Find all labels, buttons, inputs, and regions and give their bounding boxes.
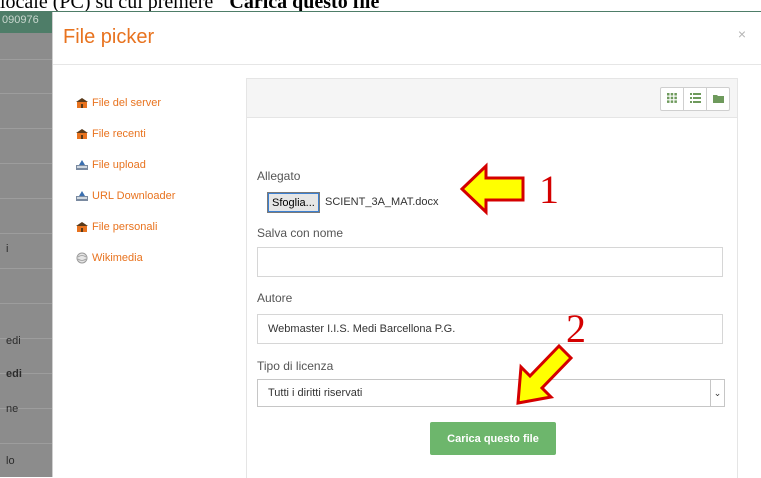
sidebar-fragment: edi bbox=[6, 368, 22, 380]
repo-label: File del server bbox=[92, 96, 162, 109]
selected-filename: SCIENT_3A_MAT.docx bbox=[325, 196, 439, 208]
repo-label: URL Downloader bbox=[92, 189, 176, 202]
sidebar-fragment: ne bbox=[6, 403, 19, 415]
sidebar-fragment: edi bbox=[6, 335, 21, 347]
upload-file-button[interactable]: Carica questo file bbox=[430, 422, 556, 455]
server-files-icon bbox=[75, 97, 89, 109]
save-as-input[interactable] bbox=[257, 247, 723, 277]
repo-server-files[interactable]: File del server bbox=[75, 87, 225, 118]
icon-view-button[interactable] bbox=[661, 88, 684, 110]
repo-url-downloader[interactable]: URL Downloader bbox=[75, 180, 225, 211]
annotation-number-1: 1 bbox=[539, 167, 559, 212]
repo-label: File personali bbox=[92, 220, 158, 233]
upload-panel: Allegato Sfoglia... SCIENT_3A_MAT.docx S… bbox=[246, 78, 738, 478]
upload-icon bbox=[75, 159, 89, 171]
dialog-title: File picker bbox=[63, 26, 155, 48]
annotation-number-2: 2 bbox=[566, 306, 586, 351]
view-switcher bbox=[660, 87, 730, 111]
url-download-icon bbox=[75, 190, 89, 202]
repository-list: File del server File recenti File upload… bbox=[75, 87, 225, 273]
title-divider bbox=[53, 64, 761, 65]
recent-files-icon bbox=[75, 128, 89, 140]
repo-label: Wikimedia bbox=[92, 251, 143, 264]
license-value: Tutti i diritti riservati bbox=[268, 387, 363, 399]
file-picker-dialog: File picker × File del server File recen… bbox=[52, 12, 761, 478]
tree-view-button[interactable] bbox=[707, 88, 729, 110]
repo-label: File recenti bbox=[92, 127, 146, 140]
repo-recent-files[interactable]: File recenti bbox=[75, 118, 225, 149]
annotation-arrow-2 bbox=[516, 343, 574, 405]
sidebar-fragment: i bbox=[6, 243, 9, 255]
license-select[interactable]: Tutti i diritti riservati ⌄ bbox=[257, 379, 725, 407]
author-label: Autore bbox=[257, 291, 293, 305]
save-as-label: Salva con nome bbox=[257, 226, 344, 240]
annotation-arrow-1 bbox=[459, 162, 525, 216]
list-icon bbox=[689, 90, 701, 108]
panel-toolbar bbox=[247, 79, 737, 118]
close-icon[interactable]: × bbox=[738, 26, 746, 42]
background-number: 090976 bbox=[2, 14, 39, 26]
private-files-icon bbox=[75, 221, 89, 233]
repo-private-files[interactable]: File personali bbox=[75, 211, 225, 242]
attachment-label: Allegato bbox=[257, 169, 301, 183]
list-view-button[interactable] bbox=[684, 88, 707, 110]
repo-wikimedia[interactable]: Wikimedia bbox=[75, 242, 225, 273]
browse-button[interactable]: Sfoglia... bbox=[267, 192, 320, 213]
repo-label: File upload bbox=[92, 158, 146, 171]
grid-icon bbox=[667, 90, 677, 108]
license-label: Tipo di licenza bbox=[257, 359, 334, 373]
wikimedia-icon bbox=[75, 252, 89, 264]
folder-icon bbox=[712, 90, 724, 108]
chevron-down-icon: ⌄ bbox=[710, 380, 724, 406]
sidebar-fragment: lo bbox=[6, 455, 15, 467]
author-input[interactable]: Webmaster I.I.S. Medi Barcellona P.G. bbox=[257, 314, 723, 344]
background-sidebar: i edi edi ne lo bbox=[0, 33, 52, 477]
repo-file-upload[interactable]: File upload bbox=[75, 149, 225, 180]
